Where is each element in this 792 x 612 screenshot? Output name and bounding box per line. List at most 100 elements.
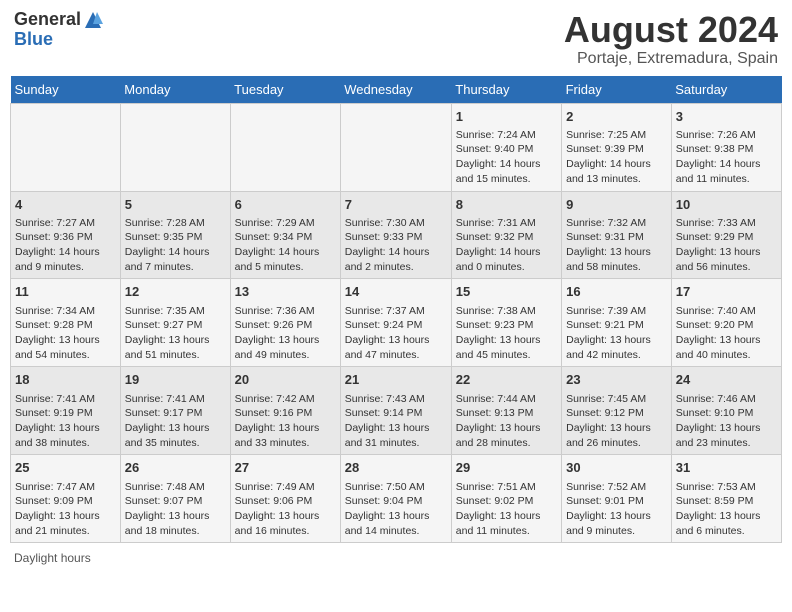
day-number: 8 (456, 196, 557, 214)
day-number: 4 (15, 196, 116, 214)
calendar-day-28: 28 Sunrise: 7:50 AM Sunset: 9:04 PM Dayli… (340, 455, 451, 543)
day-info: Sunrise: 7:47 AM Sunset: 9:09 PM Dayligh… (15, 480, 116, 539)
calendar-day-29: 29 Sunrise: 7:51 AM Sunset: 9:02 PM Dayli… (451, 455, 561, 543)
day-info: Sunrise: 7:34 AM Sunset: 9:28 PM Dayligh… (15, 304, 116, 363)
logo-blue-text: Blue (14, 30, 103, 50)
day-number: 15 (456, 283, 557, 301)
day-number: 13 (235, 283, 336, 301)
day-info: Sunrise: 7:43 AM Sunset: 9:14 PM Dayligh… (345, 392, 447, 451)
day-number: 29 (456, 459, 557, 477)
month-year-title: August 2024 (564, 10, 778, 50)
calendar-day-9: 9Sunrise: 7:32 AM Sunset: 9:31 PM Daylig… (562, 191, 672, 279)
calendar-day-30: 30 Sunrise: 7:52 AM Sunset: 9:01 PM Dayli… (562, 455, 672, 543)
day-number: 24 (676, 371, 777, 389)
day-number: 1 (456, 108, 557, 126)
day-number: 18 (15, 371, 116, 389)
day-info: Sunrise: 7:35 AM Sunset: 9:27 PM Dayligh… (125, 304, 226, 363)
day-info: Sunrise: 7:25 AM Sunset: 9:39 PM Dayligh… (566, 128, 667, 187)
day-number: 2 (566, 108, 667, 126)
day-number: 22 (456, 371, 557, 389)
calendar-week-row: 1 Sunrise: 7:24 AM Sunset: 9:40 PM Daylig… (11, 103, 782, 191)
calendar-day-20: 20 Sunrise: 7:42 AM Sunset: 9:16 PM Dayli… (230, 367, 340, 455)
calendar-day-19: 19 Sunrise: 7:41 AM Sunset: 9:17 PM Dayli… (120, 367, 230, 455)
col-header-wednesday: Wednesday (340, 76, 451, 104)
day-info: Sunrise: 7:36 AM Sunset: 9:26 PM Dayligh… (235, 304, 336, 363)
day-info: Sunrise: 7:26 AM Sunset: 9:38 PM Dayligh… (676, 128, 777, 187)
calendar-day-7: 7Sunrise: 7:30 AM Sunset: 9:33 PM Daylig… (340, 191, 451, 279)
calendar-empty-cell (230, 103, 340, 191)
day-info: Sunrise: 7:39 AM Sunset: 9:21 PM Dayligh… (566, 304, 667, 363)
day-info: Sunrise: 7:46 AM Sunset: 9:10 PM Dayligh… (676, 392, 777, 451)
day-number: 10 (676, 196, 777, 214)
day-number: 17 (676, 283, 777, 301)
day-info: Sunrise: 7:41 AM Sunset: 9:17 PM Dayligh… (125, 392, 226, 451)
calendar-day-21: 21 Sunrise: 7:43 AM Sunset: 9:14 PM Dayli… (340, 367, 451, 455)
page-header: General Blue August 2024 Portaje, Extrem… (10, 10, 782, 68)
day-info: Sunrise: 7:42 AM Sunset: 9:16 PM Dayligh… (235, 392, 336, 451)
calendar-day-16: 16 Sunrise: 7:39 AM Sunset: 9:21 PM Dayli… (562, 279, 672, 367)
day-info: Sunrise: 7:50 AM Sunset: 9:04 PM Dayligh… (345, 480, 447, 539)
calendar-day-1: 1 Sunrise: 7:24 AM Sunset: 9:40 PM Daylig… (451, 103, 561, 191)
calendar-day-12: 12 Sunrise: 7:35 AM Sunset: 9:27 PM Dayli… (120, 279, 230, 367)
location-subtitle: Portaje, Extremadura, Spain (564, 50, 778, 68)
logo-general-text: General (14, 10, 81, 30)
calendar-day-14: 14Sunrise: 7:37 AM Sunset: 9:24 PM Dayli… (340, 279, 451, 367)
calendar-week-row: 4 Sunrise: 7:27 AM Sunset: 9:36 PM Daylig… (11, 191, 782, 279)
day-number: 3 (676, 108, 777, 126)
calendar-day-26: 26 Sunrise: 7:48 AM Sunset: 9:07 PM Dayli… (120, 455, 230, 543)
calendar-day-15: 15Sunrise: 7:38 AM Sunset: 9:23 PM Dayli… (451, 279, 561, 367)
calendar-day-22: 22 Sunrise: 7:44 AM Sunset: 9:13 PM Dayli… (451, 367, 561, 455)
calendar-table: SundayMondayTuesdayWednesdayThursdayFrid… (10, 76, 782, 544)
calendar-day-2: 2 Sunrise: 7:25 AM Sunset: 9:39 PM Daylig… (562, 103, 672, 191)
day-number: 31 (676, 459, 777, 477)
day-info: Sunrise: 7:52 AM Sunset: 9:01 PM Dayligh… (566, 480, 667, 539)
day-number: 5 (125, 196, 226, 214)
calendar-empty-cell (120, 103, 230, 191)
day-info: Sunrise: 7:48 AM Sunset: 9:07 PM Dayligh… (125, 480, 226, 539)
day-number: 30 (566, 459, 667, 477)
calendar-day-18: 18Sunrise: 7:41 AM Sunset: 9:19 PM Dayli… (11, 367, 121, 455)
col-header-monday: Monday (120, 76, 230, 104)
calendar-day-13: 13 Sunrise: 7:36 AM Sunset: 9:26 PM Dayli… (230, 279, 340, 367)
day-number: 26 (125, 459, 226, 477)
day-number: 6 (235, 196, 336, 214)
day-number: 25 (15, 459, 116, 477)
day-info: Sunrise: 7:24 AM Sunset: 9:40 PM Dayligh… (456, 128, 557, 187)
day-number: 7 (345, 196, 447, 214)
day-info: Sunrise: 7:53 AM Sunset: 8:59 PM Dayligh… (676, 480, 777, 539)
day-number: 20 (235, 371, 336, 389)
day-number: 16 (566, 283, 667, 301)
day-info: Sunrise: 7:45 AM Sunset: 9:12 PM Dayligh… (566, 392, 667, 451)
day-number: 27 (235, 459, 336, 477)
logo: General Blue (14, 10, 103, 50)
logo-icon (83, 10, 103, 30)
day-number: 28 (345, 459, 447, 477)
day-info: Sunrise: 7:27 AM Sunset: 9:36 PM Dayligh… (15, 216, 116, 275)
day-number: 21 (345, 371, 447, 389)
day-number: 19 (125, 371, 226, 389)
calendar-day-5: 5 Sunrise: 7:28 AM Sunset: 9:35 PM Daylig… (120, 191, 230, 279)
day-info: Sunrise: 7:28 AM Sunset: 9:35 PM Dayligh… (125, 216, 226, 275)
footer: Daylight hours (10, 551, 782, 565)
calendar-day-25: 25 Sunrise: 7:47 AM Sunset: 9:09 PM Dayli… (11, 455, 121, 543)
calendar-day-3: 3 Sunrise: 7:26 AM Sunset: 9:38 PM Daylig… (671, 103, 781, 191)
day-number: 12 (125, 283, 226, 301)
col-header-thursday: Thursday (451, 76, 561, 104)
calendar-week-row: 11Sunrise: 7:34 AM Sunset: 9:28 PM Dayli… (11, 279, 782, 367)
day-info: Sunrise: 7:29 AM Sunset: 9:34 PM Dayligh… (235, 216, 336, 275)
day-info: Sunrise: 7:31 AM Sunset: 9:32 PM Dayligh… (456, 216, 557, 275)
calendar-day-4: 4 Sunrise: 7:27 AM Sunset: 9:36 PM Daylig… (11, 191, 121, 279)
calendar-day-27: 27 Sunrise: 7:49 AM Sunset: 9:06 PM Dayli… (230, 455, 340, 543)
day-info: Sunrise: 7:33 AM Sunset: 9:29 PM Dayligh… (676, 216, 777, 275)
calendar-day-11: 11Sunrise: 7:34 AM Sunset: 9:28 PM Dayli… (11, 279, 121, 367)
calendar-empty-cell (11, 103, 121, 191)
calendar-day-24: 24 Sunrise: 7:46 AM Sunset: 9:10 PM Dayli… (671, 367, 781, 455)
calendar-day-31: 31 Sunrise: 7:53 AM Sunset: 8:59 PM Dayli… (671, 455, 781, 543)
calendar-day-23: 23Sunrise: 7:45 AM Sunset: 9:12 PM Dayli… (562, 367, 672, 455)
title-area: August 2024 Portaje, Extremadura, Spain (564, 10, 778, 68)
day-info: Sunrise: 7:49 AM Sunset: 9:06 PM Dayligh… (235, 480, 336, 539)
day-info: Sunrise: 7:40 AM Sunset: 9:20 PM Dayligh… (676, 304, 777, 363)
day-info: Sunrise: 7:51 AM Sunset: 9:02 PM Dayligh… (456, 480, 557, 539)
day-info: Sunrise: 7:44 AM Sunset: 9:13 PM Dayligh… (456, 392, 557, 451)
col-header-friday: Friday (562, 76, 672, 104)
